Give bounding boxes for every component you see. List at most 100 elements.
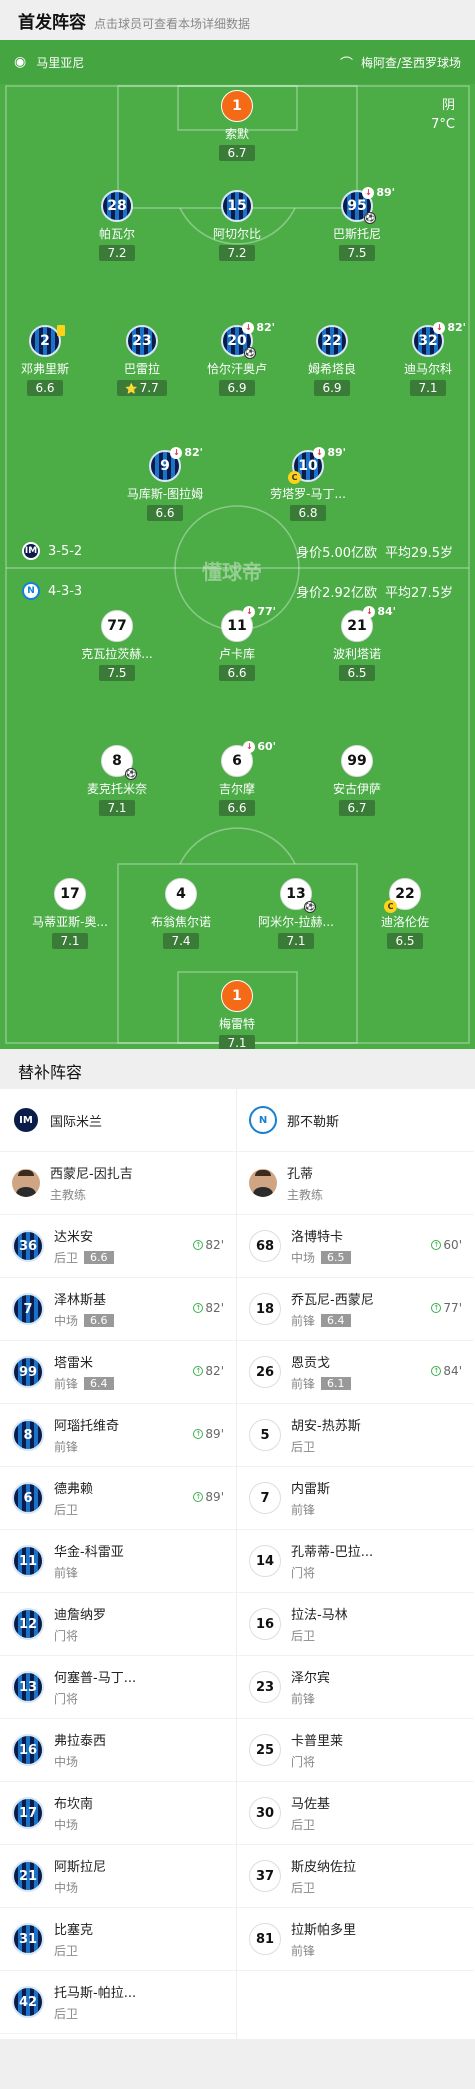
pitch-player[interactable]: 9 ↓ 82' 马库斯-图拉姆 6.6	[110, 446, 220, 521]
pitch-player[interactable]: 13 ⚽ 阿米尔-拉赫... 7.1	[241, 878, 351, 949]
sub-player-row[interactable]: 23 泽尔宾 前锋	[237, 1656, 474, 1719]
player-rating: 6.7	[219, 145, 255, 161]
sub-player-row[interactable]: 12 迪詹纳罗 门将	[0, 1593, 236, 1656]
pitch-player[interactable]: 20 ↓ 82' ⚽ 恰尔汗奥卢 6.9	[182, 321, 292, 396]
subs-table: IM 国际米兰 西蒙尼-因扎吉 主教练 36 达米安 后卫 6.6 ↑ 82' 7 泽林斯基中…	[0, 1089, 475, 2039]
sub-player-number: 31	[12, 1923, 44, 1955]
player-number: 15	[227, 198, 247, 214]
sub-player-position: 门将	[54, 1629, 79, 1643]
away-team-row[interactable]: N 那不勒斯	[237, 1089, 474, 1152]
sub-on-minute: 60'	[443, 1238, 462, 1252]
sub-player-row[interactable]: 5 胡安-热苏斯 后卫	[237, 1404, 474, 1467]
sub-on-icon: ↑	[431, 1366, 442, 1376]
sub-player-rating: 6.6	[84, 1251, 114, 1264]
pitch-player[interactable]: 11 ↓ 77' 卢卡库 6.6	[182, 605, 292, 681]
home-formation: 3-5-2	[48, 543, 83, 559]
sub-player-number: 81	[249, 1923, 281, 1955]
sub-player-position: 后卫	[291, 1818, 316, 1832]
sub-on-icon: ↑	[431, 1240, 442, 1250]
sub-player-row[interactable]: 42 托马斯-帕拉... 后卫	[0, 1971, 236, 2034]
sub-player-name: 阿斯拉尼	[54, 1860, 107, 1875]
sub-player-number: 16	[249, 1608, 281, 1640]
sub-player-number: 6	[12, 1482, 44, 1514]
sub-player-row[interactable]: 36 达米安 后卫 6.6 ↑ 82'	[0, 1215, 236, 1278]
coach-avatar	[12, 1169, 40, 1197]
sub-player-row[interactable]: 17 布坎南 中场	[0, 1782, 236, 1845]
sub-player-row[interactable]: 81 拉斯帕多里 前锋	[237, 1908, 474, 1971]
captain-icon: C	[384, 900, 397, 913]
sub-off-event: ↓ 84'	[363, 605, 396, 618]
sub-off-icon: ↓	[242, 321, 255, 334]
pitch-player[interactable]: 32 ↓ 82' 迪马尔科 7.1	[373, 321, 475, 396]
player-jersey: 1	[221, 980, 253, 1012]
player-rating-value: 7.1	[107, 801, 127, 815]
pitch-player[interactable]: 99 安古伊萨 6.7	[302, 745, 412, 816]
pitch: ◉ 马里亚尼 ⌒ 梅阿查/圣西罗球场 阴 7°C 懂球帝 IM 3-5-2 身价…	[0, 40, 475, 1049]
sub-player-number: 7	[249, 1482, 281, 1514]
stadium-icon: ⌒	[339, 56, 353, 72]
sub-player-number: 26	[249, 1356, 281, 1388]
sub-player-name: 斯皮纳佐拉	[291, 1860, 357, 1875]
sub-player-row[interactable]: 16 拉法-马林 后卫	[237, 1593, 474, 1656]
pitch-player[interactable]: 17 马蒂亚斯-奥... 7.1	[15, 878, 125, 949]
player-rating-value: 7.2	[107, 246, 127, 260]
pitch-player[interactable]: 77 克瓦拉茨赫... 7.5	[62, 610, 172, 681]
sub-player-name: 乔瓦尼-西蒙尼	[291, 1293, 374, 1308]
player-rating-value: 7.2	[227, 246, 247, 260]
away-coach-row[interactable]: 孔蒂 主教练	[237, 1152, 474, 1215]
sub-player-row[interactable]: 68 洛博特卡 中场 6.5 ↑ 60'	[237, 1215, 474, 1278]
player-name: 邓弗里斯	[20, 362, 69, 376]
sub-player-row[interactable]: 26 恩贡戈 前锋 6.1 ↑ 84'	[237, 1341, 474, 1404]
player-name: 姆希塔良	[307, 362, 356, 376]
sub-on-minute: 77'	[443, 1301, 462, 1315]
player-number: 22	[395, 886, 415, 902]
player-rating: 6.8	[290, 505, 326, 521]
pitch-player[interactable]: 95 ↓ 89' ⚽ 巴斯托尼 7.5	[302, 186, 412, 261]
pitch-player[interactable]: 22 C 迪洛伦佐 6.5	[350, 878, 460, 949]
sub-player-row[interactable]: 37 斯皮纳佐拉 后卫	[237, 1845, 474, 1908]
player-jersey: 23	[126, 325, 158, 357]
sub-player-row[interactable]: 99 塔雷米 前锋 6.4 ↑ 82'	[0, 1341, 236, 1404]
sub-player-name: 塔雷米	[54, 1356, 94, 1371]
player-number: 20	[227, 333, 247, 349]
sub-player-position: 中场	[54, 1881, 79, 1895]
sub-player-row[interactable]: 21 阿斯拉尼 中场	[0, 1845, 236, 1908]
player-number: 21	[347, 618, 367, 634]
pitch-player[interactable]: 22 姆希塔良 6.9	[277, 325, 387, 396]
pitch-player[interactable]: 15 阿切尔比 7.2	[182, 190, 292, 261]
home-coach-row[interactable]: 西蒙尼-因扎吉 主教练	[0, 1152, 236, 1215]
player-number: 32	[418, 333, 438, 349]
sub-player-number: 68	[249, 1230, 281, 1262]
player-rating: 6.9	[219, 380, 255, 396]
pitch-player[interactable]: 21 ↓ 84' 波利塔诺 6.5	[302, 605, 412, 681]
pitch-player[interactable]: 2 邓弗里斯 6.6	[0, 325, 100, 396]
sub-player-row[interactable]: 8 阿瑙托维奇 前锋 ↑ 89'	[0, 1404, 236, 1467]
player-name: 阿切尔比	[212, 227, 261, 241]
player-rating-value: 7.1	[60, 934, 80, 948]
sub-on-icon: ↑	[431, 1303, 442, 1313]
sub-player-row[interactable]: 18 乔瓦尼-西蒙尼 前锋 6.4 ↑ 77'	[237, 1278, 474, 1341]
pitch-player[interactable]: 1 梅雷特 7.1	[182, 980, 292, 1049]
sub-player-row[interactable]: 7 泽林斯基 中场 6.6 ↑ 82'	[0, 1278, 236, 1341]
sub-player-row[interactable]: 6 德弗赖 后卫 ↑ 89'	[0, 1467, 236, 1530]
pitch-player[interactable]: 28 帕瓦尔 7.2	[62, 190, 172, 261]
sub-player-row[interactable]: 16 弗拉泰西 中场	[0, 1719, 236, 1782]
sub-player-name: 拉法-马林	[291, 1608, 348, 1623]
sub-player-row[interactable]: 13 何塞普-马丁... 门将	[0, 1656, 236, 1719]
sub-player-row[interactable]: 25 卡普里莱 门将	[237, 1719, 474, 1782]
sub-player-row[interactable]: 31 比塞克 后卫	[0, 1908, 236, 1971]
pitch-player[interactable]: 10 ↓ 89' C 劳塔罗-马丁... 6.8	[253, 446, 363, 521]
sub-player-row[interactable]: 14 孔蒂蒂-巴拉... 门将	[237, 1530, 474, 1593]
pitch-player[interactable]: 23 巴雷拉 ⭐ 7.7	[87, 325, 197, 396]
pitch-player[interactable]: 8 ⚽ 麦克托米奈 7.1	[62, 745, 172, 816]
sub-player-row[interactable]: 11 华金-科雷亚 前锋	[0, 1530, 236, 1593]
home-team-row[interactable]: IM 国际米兰	[0, 1089, 236, 1152]
sub-player-row[interactable]: 7 内雷斯 前锋	[237, 1467, 474, 1530]
player-rating: 7.1	[410, 380, 446, 396]
pitch-player[interactable]: 1 索默 6.7	[182, 90, 292, 161]
pitch-player[interactable]: 6 ↓ 60' 吉尔摩 6.6	[182, 740, 292, 816]
pitch-player[interactable]: 4 布翁焦尔诺 7.4	[126, 878, 236, 949]
sub-player-row[interactable]: 30 马佐基 后卫	[237, 1782, 474, 1845]
sub-player-position: 中场	[54, 1818, 79, 1832]
player-jersey: 2	[29, 325, 65, 357]
